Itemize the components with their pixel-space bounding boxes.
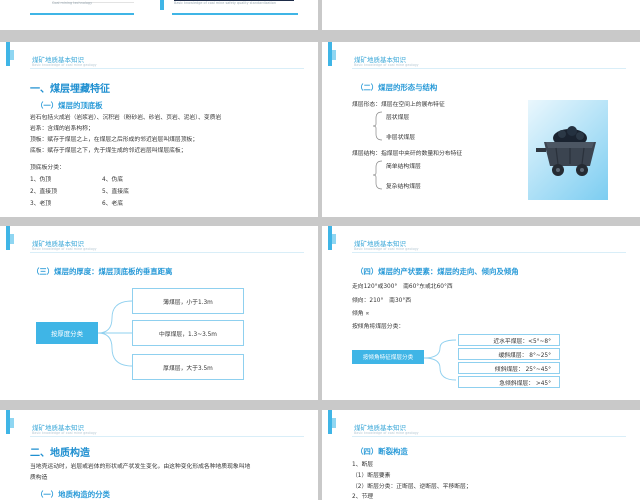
header-accent — [0, 410, 14, 434]
text-line: 倾向：210° 南30°西 — [352, 298, 412, 304]
section-heading: 二、地质构造 — [30, 448, 90, 459]
list-title: 顶底板分类： — [30, 165, 65, 171]
list-item: 3、老顶 — [30, 201, 52, 207]
header-divider — [352, 252, 626, 253]
section-heading: （三）煤层的厚度：煤层顶底板的垂直距离 — [32, 267, 173, 276]
section-heading: 一、煤层埋藏特征 — [30, 84, 110, 95]
header-subtitle: Basic knowledge of coal mine geology — [354, 63, 419, 67]
section-heading: （四）煤层的产状要素：煤层的走向、倾向及倾角 — [356, 267, 519, 276]
header-accent — [0, 226, 14, 250]
list-item: 1、伪顶 — [30, 177, 52, 183]
thickness-option: 厚煤层，大于3.5m — [132, 354, 244, 380]
sub-heading: （一）地质构造的分类 — [36, 490, 110, 499]
text-line: 岩石包括火成岩（岩浆岩）、沉积岩（粉砂岩、砂岩、页岩、泥岩）、变质岩 — [30, 115, 222, 121]
list-item: 6、老底 — [102, 201, 124, 207]
structure-bracket — [372, 160, 383, 190]
dip-option: 缓斜煤层： 8°~25° — [458, 348, 560, 360]
section-heading: （二）煤层的形态与结构 — [356, 83, 438, 92]
thickness-option: 薄煤层，小于1.3m — [132, 288, 244, 314]
header-accent — [322, 410, 336, 434]
classify-connector — [424, 339, 457, 381]
slide-occurrence[interactable]: 煤矿地质基本知识 Basic knowledge of coal mine ge… — [322, 226, 640, 400]
classify-connector — [98, 300, 133, 367]
header-subtitle: Basic knowledge of coal mine geology — [32, 63, 97, 67]
slide-thickness[interactable]: 煤矿地质基本知识 Basic knowledge of coal mine ge… — [0, 226, 318, 400]
text-line: （1）断层要素 — [352, 473, 391, 479]
dip-option: 急倾斜煤层： >45° — [458, 376, 560, 388]
structure-item: 复杂结构煤层 — [386, 184, 421, 190]
header-accent — [0, 42, 14, 66]
classify-button[interactable]: 按厚度分类 — [36, 322, 98, 344]
header-divider — [30, 252, 304, 253]
structure-item: 简单结构煤层 — [386, 164, 421, 170]
dip-option: 近水平煤层：<5°~8° — [458, 334, 560, 346]
coal-cart-panel — [528, 100, 608, 200]
header-accent — [322, 42, 336, 66]
header-divider — [352, 68, 626, 69]
header-divider — [30, 436, 304, 437]
header-divider — [30, 68, 304, 69]
slide-form-structure[interactable]: 煤矿地质基本知识 Basic knowledge of coal mine ge… — [322, 42, 640, 217]
header-divider — [352, 436, 626, 437]
list-item: 2、直接顶 — [30, 189, 57, 195]
text-line: 2、节理 — [352, 494, 374, 500]
dip-option: 倾斜煤层： 25°~45° — [458, 362, 560, 374]
text-line: 走向120°或300° 南60°东或北60°西 — [352, 284, 453, 290]
slide-burial-features[interactable]: 煤矿地质基本知识 Basic knowledge of coal mine ge… — [0, 42, 318, 217]
header-subtitle: Basic knowledge of coal mine geology — [354, 247, 419, 251]
text-line: 1、断层 — [352, 462, 374, 468]
right-bar — [160, 0, 164, 10]
form-item: 非层状煤层 — [386, 135, 415, 141]
header-subtitle: Basic knowledge of coal mine geology — [32, 247, 97, 251]
coal-cart-icon — [536, 126, 596, 176]
thickness-option: 中厚煤层，1.3~3.5m — [132, 320, 244, 346]
text-line: 倾角 ∝ — [352, 311, 370, 317]
left-bottom-rule — [30, 13, 134, 15]
text-line: 按倾角将煤层分类： — [352, 324, 405, 330]
header-subtitle: Basic knowledge of coal mine geology — [354, 431, 419, 435]
slide-title-strip[interactable]: Coal mining technology Basic knowledge o… — [0, 0, 318, 30]
text-line: 底板：赋存于煤层之下，先于煤生成的邻近岩层叫煤层底板； — [30, 148, 187, 154]
sub-heading: （一）煤层的顶底板 — [36, 101, 103, 110]
text-line: 顶板：赋存于煤层之上，在煤层之后形成的邻近岩层叫煤层顶板； — [30, 137, 199, 143]
structure-label: 煤层结构：指煤层中夹矸的数量和分布特征 — [352, 151, 463, 157]
classify-button[interactable]: 按倾角特征煤层分类 — [352, 350, 424, 364]
left-subtitle: Coal mining technology — [52, 1, 93, 5]
form-item: 层状煤层 — [386, 115, 410, 121]
slide-fault-structure[interactable]: 煤矿地质基本知识 Basic knowledge of coal mine ge… — [322, 410, 640, 500]
right-bottom-rule — [172, 13, 298, 15]
list-item: 5、直接底 — [102, 189, 129, 195]
form-bracket — [372, 111, 383, 141]
text-line: 当地壳运动时，岩层或岩体的形状或产状发生变化，由这种变化形成各种地质现象叫地 — [30, 464, 251, 470]
form-label: 煤层形态：煤层在空间上的展布特征 — [352, 102, 445, 108]
header-accent — [322, 226, 336, 250]
section-heading: （四）断裂构造 — [356, 447, 408, 456]
text-line: 质构造 — [30, 475, 48, 481]
slide-blank-strip[interactable] — [322, 0, 640, 30]
right-subtitle: Basic knowledge of coal mine safety qual… — [174, 1, 276, 5]
slide-geologic-structure[interactable]: 煤矿地质基本知识 Basic knowledge of coal mine ge… — [0, 410, 318, 500]
header-subtitle: Basic knowledge of coal mine geology — [32, 431, 97, 435]
text-line: 岩系：含煤的岩系构称； — [30, 126, 94, 132]
list-item: 4、伪底 — [102, 177, 124, 183]
